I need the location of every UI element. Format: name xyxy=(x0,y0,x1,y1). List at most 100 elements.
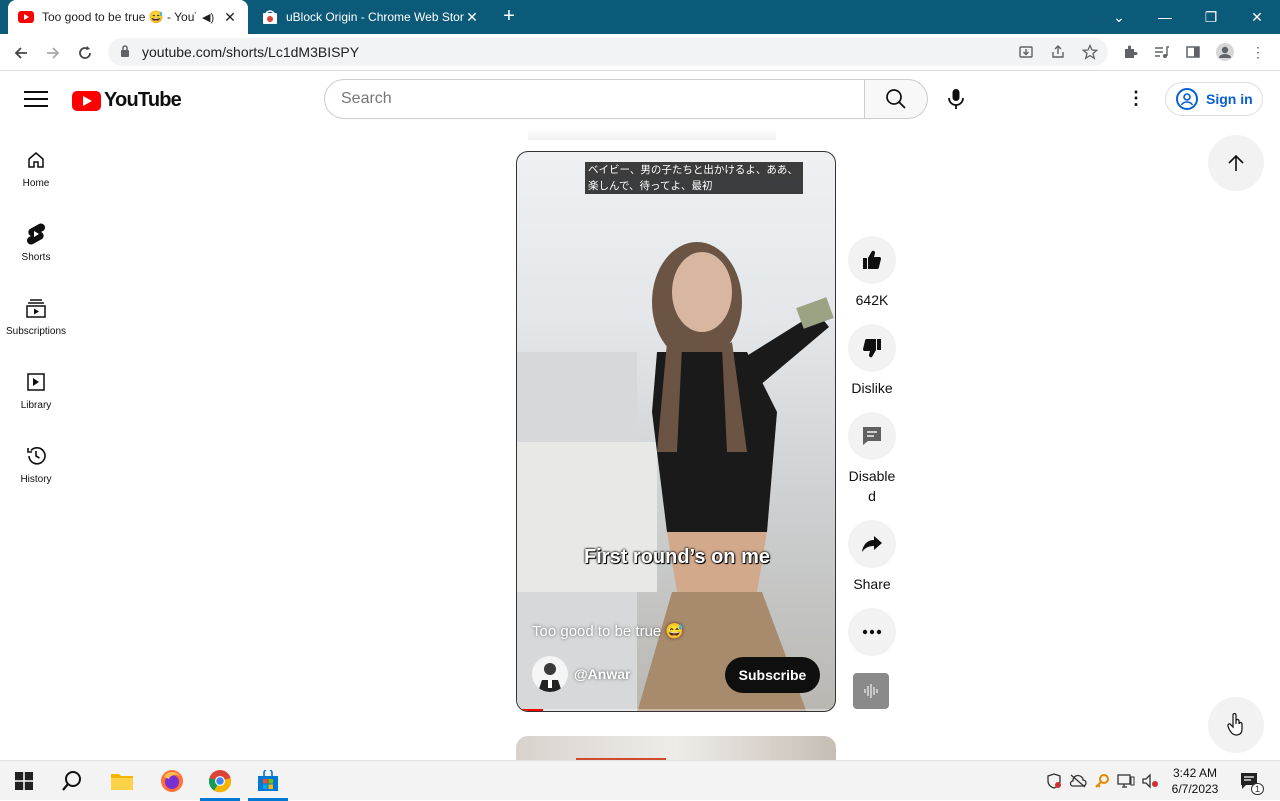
thumbs-down-icon xyxy=(862,339,881,358)
next-short-button[interactable] xyxy=(1208,697,1264,753)
tab-youtube[interactable]: Too good to be true 😅 - YouTube ◀) ✕ xyxy=(8,0,248,34)
like-button[interactable] xyxy=(848,236,896,284)
search-button[interactable] xyxy=(864,79,928,119)
shorts-video-player[interactable]: ベイビー、男の子たちと出かけるよ、ああ、楽しんで、待ってよ、最初 First r… xyxy=(516,151,836,712)
close-tab-icon[interactable]: ✕ xyxy=(464,9,480,26)
profile-icon[interactable] xyxy=(1213,40,1237,64)
chrome-icon xyxy=(208,770,232,793)
more-options-button[interactable] xyxy=(848,608,896,656)
arrow-up-icon xyxy=(1228,154,1244,171)
firefox-icon xyxy=(161,770,183,792)
tab-ublock[interactable]: uBlock Origin - Chrome Web Store ✕ xyxy=(252,0,490,34)
sidebar-item-label: Shorts xyxy=(21,252,51,263)
comments-button[interactable] xyxy=(848,412,896,460)
comment-icon xyxy=(863,427,881,445)
browser-tab-strip: Too good to be true 😅 - YouTube ◀) ✕ uBl… xyxy=(0,0,1280,34)
share-page-icon[interactable] xyxy=(1046,40,1070,64)
chrome-web-store-icon xyxy=(262,9,278,25)
account-icon xyxy=(1176,88,1198,110)
windows-taskbar: 3:42 AM 6/7/2023 1 xyxy=(0,760,1280,801)
tab-search-icon[interactable]: ⌄ xyxy=(1096,0,1142,34)
dislike-button[interactable] xyxy=(848,324,896,372)
sidebar-item-label: Subscriptions xyxy=(5,326,67,337)
hand-cursor-icon xyxy=(1227,713,1243,736)
channel-name[interactable]: @Anwar xyxy=(574,666,630,682)
share-action: Share xyxy=(848,520,896,594)
lock-icon[interactable] xyxy=(120,44,134,60)
file-explorer-button[interactable] xyxy=(98,761,146,801)
channel-avatar[interactable] xyxy=(532,656,568,692)
more-action xyxy=(848,608,896,656)
close-tab-icon[interactable]: ✕ xyxy=(222,9,238,26)
notification-count: 1 xyxy=(1250,783,1264,795)
video-progress-bar[interactable] xyxy=(517,709,835,711)
windows-logo-icon xyxy=(15,772,33,790)
sidebar-item-home[interactable]: Home xyxy=(0,128,72,202)
address-bar[interactable]: youtube.com/shorts/Lc1dM3BISPY xyxy=(108,38,1108,66)
library-icon xyxy=(24,370,48,394)
short-title[interactable]: Too good to be true 😅 xyxy=(532,622,684,640)
home-icon xyxy=(24,148,48,172)
menu-icon[interactable] xyxy=(24,91,48,109)
bookmark-star-icon[interactable] xyxy=(1078,40,1102,64)
media-controls-icon[interactable] xyxy=(1149,40,1173,64)
dislike-action: Dislike xyxy=(848,324,896,398)
sidebar-item-library[interactable]: Library xyxy=(0,350,72,424)
chrome-button[interactable] xyxy=(196,761,244,801)
extensions-icon[interactable] xyxy=(1118,40,1142,64)
like-action: 642K xyxy=(848,236,896,310)
speaker-icon[interactable]: ◀) xyxy=(202,11,216,24)
sound-button[interactable] xyxy=(853,673,889,709)
notifications-icon[interactable]: 1 xyxy=(1238,771,1264,795)
dislike-label: Dislike xyxy=(851,380,893,396)
sidebar-item-label: Library xyxy=(20,400,52,411)
sign-in-button[interactable]: Sign in xyxy=(1165,82,1263,116)
security-shield-icon[interactable] xyxy=(1044,771,1064,791)
chrome-menu-icon[interactable]: ⋮ xyxy=(1246,40,1270,64)
sidebar-item-label: History xyxy=(20,474,52,485)
firefox-button[interactable] xyxy=(148,761,196,801)
side-panel-icon[interactable] xyxy=(1181,40,1205,64)
taskbar-search-button[interactable] xyxy=(48,761,96,801)
microsoft-store-button[interactable] xyxy=(244,761,292,801)
key-icon[interactable] xyxy=(1092,771,1112,791)
share-icon xyxy=(862,536,882,552)
settings-menu-icon[interactable]: ⋮ xyxy=(1124,86,1148,110)
comments-label: Disabled xyxy=(848,468,896,504)
onedrive-offline-icon[interactable] xyxy=(1068,771,1088,791)
clock-date: 6/7/2023 xyxy=(1171,782,1219,796)
store-icon xyxy=(258,770,278,791)
subscriptions-icon xyxy=(24,296,48,320)
previous-short-button[interactable] xyxy=(1208,135,1264,191)
start-button[interactable] xyxy=(0,761,48,801)
install-icon[interactable] xyxy=(1014,40,1038,64)
subscribe-button[interactable]: Subscribe xyxy=(725,657,820,693)
clock-time: 3:42 AM xyxy=(1172,766,1218,780)
comments-action: Disabled xyxy=(848,412,896,506)
url-text: youtube.com/shorts/Lc1dM3BISPY xyxy=(142,44,360,60)
tab-title: Too good to be true 😅 - YouTube xyxy=(42,10,196,24)
forward-button[interactable] xyxy=(40,40,66,66)
system-clock[interactable]: 3:42 AM 6/7/2023 xyxy=(1166,765,1224,797)
share-label: Share xyxy=(853,576,891,592)
new-tab-button[interactable]: + xyxy=(498,6,520,28)
sidebar-item-shorts[interactable]: Shorts xyxy=(0,202,72,276)
voice-search-button[interactable] xyxy=(940,83,972,115)
sign-in-label: Sign in xyxy=(1206,91,1253,107)
thumbs-up-icon xyxy=(863,250,882,269)
volume-muted-icon[interactable] xyxy=(1140,771,1160,791)
youtube-logo[interactable]: YouTube xyxy=(72,89,182,112)
minimize-button[interactable]: — xyxy=(1142,0,1188,34)
search-input[interactable] xyxy=(341,90,864,108)
share-button[interactable] xyxy=(848,520,896,568)
back-button[interactable] xyxy=(8,40,34,66)
sidebar-item-history[interactable]: History xyxy=(0,424,72,498)
sidebar-item-subscriptions[interactable]: Subscriptions xyxy=(0,276,72,350)
restore-button[interactable]: ❐ xyxy=(1188,0,1234,34)
shorts-icon xyxy=(24,222,48,246)
reload-button[interactable] xyxy=(72,40,98,66)
network-icon[interactable] xyxy=(1116,771,1136,791)
more-horizontal-icon xyxy=(862,629,882,635)
like-count: 642K xyxy=(855,292,889,308)
close-window-button[interactable]: ✕ xyxy=(1234,0,1280,34)
